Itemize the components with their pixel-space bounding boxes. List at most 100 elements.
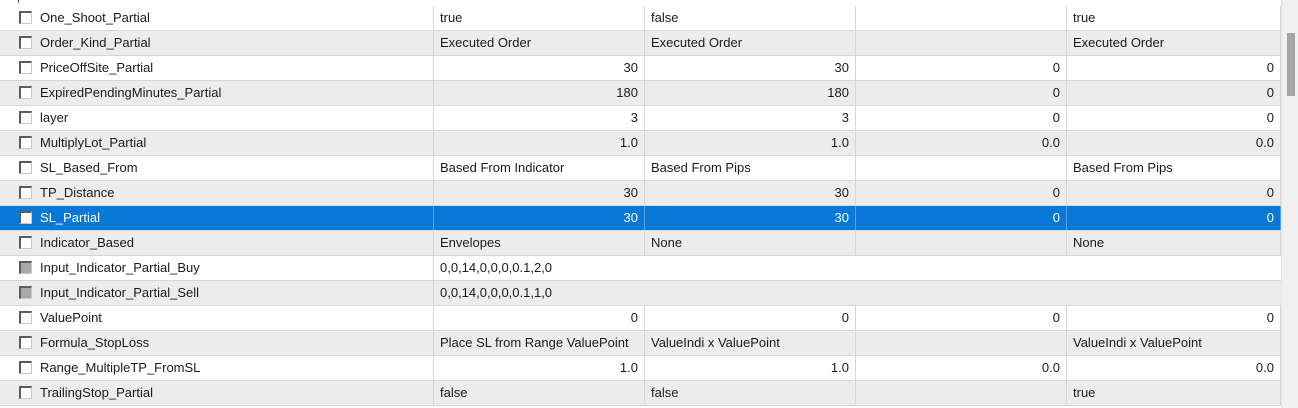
- step-cell[interactable]: [855, 31, 1066, 55]
- optimize-checkbox[interactable]: [19, 361, 32, 374]
- start-cell[interactable]: 1.0: [644, 356, 855, 380]
- value-cell[interactable]: 30: [433, 206, 644, 230]
- parameter-row[interactable]: Indicator_Based Envelopes None None: [0, 231, 1281, 256]
- optimize-checkbox[interactable]: [19, 111, 32, 124]
- parameter-value-cell[interactable]: 0,0,14,0,0,0,0.1,2,0: [433, 256, 1281, 280]
- step-cell[interactable]: 0: [855, 81, 1066, 105]
- step-cell[interactable]: 0: [855, 56, 1066, 80]
- stop-cell[interactable]: 0: [1066, 56, 1281, 80]
- parameter-row[interactable]: Input_Indicator_Partial_Buy 0,0,14,0,0,0,…: [0, 256, 1281, 281]
- parameter-name-cell: SL_Based_From: [0, 156, 433, 180]
- optimize-checkbox[interactable]: [19, 386, 32, 399]
- start-cell[interactable]: Based From Pips: [644, 156, 855, 180]
- parameter-name: PriceOffSite_Partial: [40, 60, 154, 75]
- start-cell[interactable]: false: [644, 6, 855, 30]
- parameter-row[interactable]: ExpiredPendingMinutes_Partial 180 180 0 0: [0, 81, 1281, 106]
- optimize-checkbox[interactable]: [19, 211, 32, 224]
- start-cell[interactable]: ValueIndi x ValuePoint: [644, 331, 855, 355]
- optimize-checkbox[interactable]: [19, 311, 32, 324]
- stop-cell[interactable]: 0: [1066, 306, 1281, 330]
- optimize-checkbox[interactable]: [19, 286, 32, 299]
- parameter-name-cell: PriceOffSite_Partial: [0, 56, 433, 80]
- value-cell[interactable]: Place SL from Range ValuePoint: [433, 331, 644, 355]
- step-cell[interactable]: [855, 156, 1066, 180]
- optimize-checkbox[interactable]: [19, 86, 32, 99]
- step-cell[interactable]: 0.0: [855, 131, 1066, 155]
- step-cell[interactable]: 0: [855, 206, 1066, 230]
- parameter-row[interactable]: SL_Based_From Based From Indicator Based F…: [0, 156, 1281, 181]
- stop-cell[interactable]: 0.0: [1066, 356, 1281, 380]
- parameter-row[interactable]: Range_MultipleTP_FromSL 1.0 1.0 0.0 0.0: [0, 356, 1281, 381]
- step-cell[interactable]: 0: [855, 181, 1066, 205]
- parameter-row[interactable]: Order_Kind_Partial Executed Order Executed…: [0, 31, 1281, 56]
- parameter-row[interactable]: TP_Distance 30 30 0 0: [0, 181, 1281, 206]
- stop-cell[interactable]: true: [1066, 381, 1281, 405]
- start-cell[interactable]: 30: [644, 56, 855, 80]
- parameter-row[interactable]: SL_Partial 30 30 0 0: [0, 206, 1281, 231]
- parameter-row[interactable]: Formula_StopLoss Place SL from Range Valu…: [0, 331, 1281, 356]
- scrollbar-thumb[interactable]: [1287, 33, 1295, 96]
- value-cell[interactable]: 0: [433, 306, 644, 330]
- value-cell[interactable]: 1.0: [433, 131, 644, 155]
- start-cell[interactable]: Executed Order: [644, 31, 855, 55]
- vertical-scrollbar[interactable]: [1281, 0, 1298, 408]
- parameter-name-cell: TP_Distance: [0, 181, 433, 205]
- parameter-row[interactable]: layer 3 3 0 0: [0, 106, 1281, 131]
- value-cell[interactable]: 1.0: [433, 356, 644, 380]
- parameter-row[interactable]: TrailingStop_Partial false false true: [0, 381, 1281, 406]
- parameter-row[interactable]: Input_Indicator_Partial_Sell 0,0,14,0,0,0…: [0, 281, 1281, 306]
- parameter-name: Indicator_Based: [40, 235, 134, 250]
- step-cell[interactable]: [855, 381, 1066, 405]
- stop-cell[interactable]: Based From Pips: [1066, 156, 1281, 180]
- parameter-row[interactable]: MultiplyLot_Partial 1.0 1.0 0.0 0.0: [0, 131, 1281, 156]
- optimize-checkbox[interactable]: [19, 236, 32, 249]
- start-cell[interactable]: 30: [644, 206, 855, 230]
- optimize-checkbox[interactable]: [19, 186, 32, 199]
- value-cell[interactable]: Envelopes: [433, 231, 644, 255]
- step-cell[interactable]: [855, 331, 1066, 355]
- stop-cell[interactable]: 0: [1066, 81, 1281, 105]
- parameter-name: MultiplyLot_Partial: [40, 135, 147, 150]
- stop-cell[interactable]: true: [1066, 6, 1281, 30]
- stop-cell[interactable]: 0.0: [1066, 131, 1281, 155]
- parameter-name-cell: SL_Partial: [0, 206, 433, 230]
- optimize-checkbox[interactable]: [19, 161, 32, 174]
- step-cell[interactable]: [855, 231, 1066, 255]
- step-cell[interactable]: 0.0: [855, 356, 1066, 380]
- start-cell[interactable]: 3: [644, 106, 855, 130]
- optimize-checkbox[interactable]: [19, 261, 32, 274]
- parameter-value-cell[interactable]: 0,0,14,0,0,0,0.1,1,0: [433, 281, 1281, 305]
- step-cell[interactable]: [855, 6, 1066, 30]
- stop-cell[interactable]: Executed Order: [1066, 31, 1281, 55]
- optimize-checkbox[interactable]: [19, 11, 32, 24]
- parameter-row[interactable]: ValuePoint 0 0 0 0: [0, 306, 1281, 331]
- step-cell[interactable]: 0: [855, 306, 1066, 330]
- start-cell[interactable]: 0: [644, 306, 855, 330]
- stop-cell[interactable]: 0: [1066, 106, 1281, 130]
- value-cell[interactable]: 30: [433, 56, 644, 80]
- value-cell[interactable]: 3: [433, 106, 644, 130]
- optimize-checkbox[interactable]: [19, 61, 32, 74]
- value-cell[interactable]: true: [433, 6, 644, 30]
- value-cell[interactable]: Based From Indicator: [433, 156, 644, 180]
- optimize-checkbox[interactable]: [19, 36, 32, 49]
- start-cell[interactable]: None: [644, 231, 855, 255]
- parameter-row[interactable]: PriceOffSite_Partial 30 30 0 0: [0, 56, 1281, 81]
- stop-cell[interactable]: 0: [1066, 206, 1281, 230]
- start-cell[interactable]: 180: [644, 81, 855, 105]
- value-cell[interactable]: false: [433, 381, 644, 405]
- start-cell[interactable]: 1.0: [644, 131, 855, 155]
- optimize-checkbox[interactable]: [19, 136, 32, 149]
- value-cell[interactable]: 30: [433, 181, 644, 205]
- parameter-name: SL_Partial: [40, 210, 100, 225]
- stop-cell[interactable]: 0: [1066, 181, 1281, 205]
- parameter-row[interactable]: One_Shoot_Partial true false true: [0, 6, 1281, 31]
- start-cell[interactable]: 30: [644, 181, 855, 205]
- start-cell[interactable]: false: [644, 381, 855, 405]
- stop-cell[interactable]: None: [1066, 231, 1281, 255]
- stop-cell[interactable]: ValueIndi x ValuePoint: [1066, 331, 1281, 355]
- optimize-checkbox[interactable]: [19, 336, 32, 349]
- value-cell[interactable]: Executed Order: [433, 31, 644, 55]
- value-cell[interactable]: 180: [433, 81, 644, 105]
- step-cell[interactable]: 0: [855, 106, 1066, 130]
